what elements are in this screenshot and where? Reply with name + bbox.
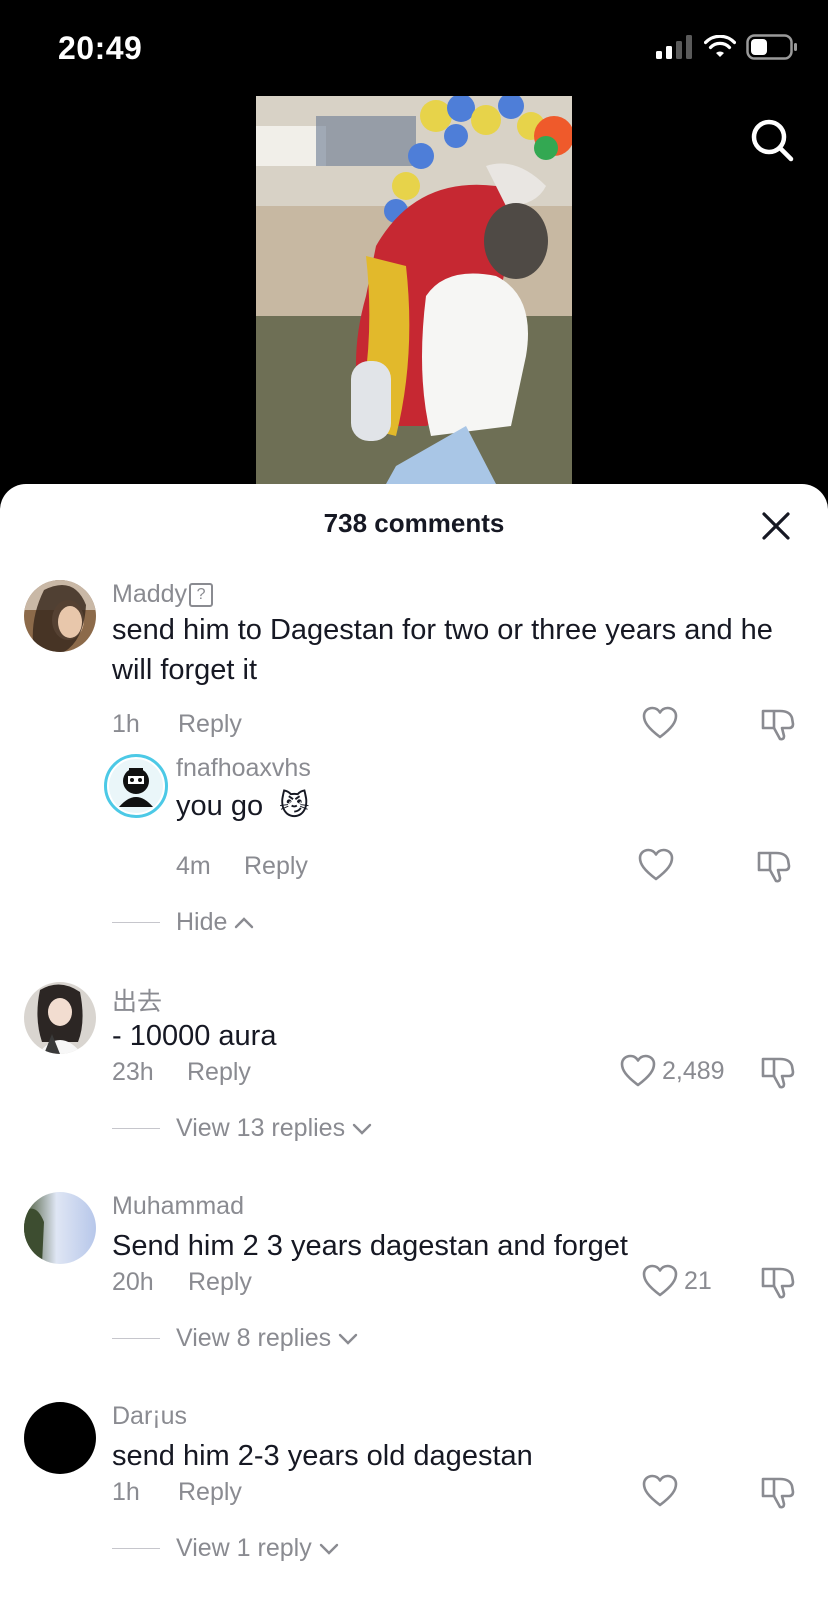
search-icon [751, 119, 794, 162]
like-button[interactable]: 2,489 [620, 1054, 725, 1088]
comment-username[interactable]: Maddy? [112, 580, 214, 609]
comments-header: 738 comments [0, 484, 828, 562]
dislike-button[interactable] [756, 848, 792, 889]
avatar-image [109, 759, 163, 813]
chevron-down-icon [352, 1123, 372, 1135]
video-player[interactable] [0, 96, 828, 496]
cat-emoji: 😼 [279, 790, 310, 822]
avatar-image [24, 982, 96, 1054]
close-icon [762, 512, 790, 540]
reply-text: you go 😼 [176, 786, 776, 826]
comment-text: send him to Dagestan for two or three ye… [112, 614, 773, 686]
thumbs-down-icon [761, 1477, 795, 1509]
reply-text-content: you go [176, 790, 264, 822]
thread-divider [112, 1337, 160, 1340]
like-button[interactable]: 21 [642, 1264, 712, 1298]
thread-toggle-label: Hide [176, 908, 228, 936]
comment-username[interactable]: 出去 [112, 982, 162, 1018]
chevron-up-icon [235, 916, 254, 928]
avatar-image [24, 1192, 96, 1264]
view-replies-button[interactable]: View 1 reply [112, 1534, 340, 1563]
avatar-image [24, 580, 96, 652]
thread-divider [112, 921, 160, 924]
thread-divider [112, 1547, 160, 1550]
thread-toggle-label: View 1 reply [176, 1534, 312, 1562]
heart-icon [620, 1054, 656, 1087]
reply-button[interactable]: Reply [188, 1268, 252, 1297]
reply-button[interactable]: Reply [178, 710, 242, 739]
heart-icon [638, 848, 674, 881]
avatar[interactable] [104, 754, 168, 818]
username-text: Maddy [112, 580, 188, 608]
thumbs-down-icon [757, 851, 791, 883]
like-count: 21 [684, 1266, 712, 1295]
avatar[interactable] [24, 1402, 96, 1474]
reply-button[interactable]: Reply [178, 1478, 242, 1507]
comment-time: 23h [112, 1058, 154, 1086]
cellular-signal-icon [656, 35, 692, 59]
like-button[interactable] [642, 706, 684, 740]
comment-time: 1h [112, 1478, 140, 1506]
dislike-button[interactable] [760, 706, 796, 747]
heart-icon [642, 1474, 678, 1507]
heart-icon [642, 1264, 678, 1297]
comment-time: 20h [112, 1268, 154, 1296]
reply-button[interactable]: Reply [187, 1058, 251, 1087]
status-bar: 20:49 [0, 0, 828, 96]
like-button[interactable] [638, 848, 680, 882]
heart-icon [642, 706, 678, 739]
video-scene [256, 96, 572, 484]
status-time: 20:49 [58, 30, 143, 66]
comment-text: - 10000 aura [112, 1020, 277, 1052]
comment-time: 1h [112, 710, 140, 738]
thread-toggle-label: View 8 replies [176, 1324, 332, 1352]
chevron-down-icon [338, 1333, 358, 1345]
thumbs-down-icon [761, 1267, 795, 1299]
like-button[interactable] [642, 1474, 684, 1508]
chevron-down-icon [319, 1543, 338, 1555]
comments-sheet: 738 comments Maddy? send him to Dagestan… [0, 484, 828, 1616]
comment-text: Send him 2 3 years dagestan and forget [112, 1230, 628, 1262]
unknown-badge-icon: ? [189, 583, 214, 608]
search-button[interactable] [748, 116, 796, 164]
avatar[interactable] [24, 982, 96, 1054]
reply-time: 4m [176, 852, 211, 880]
comment-text: send him 2-3 years old dagestan [112, 1440, 533, 1472]
reply-username[interactable]: fnafhoaxvhs [176, 754, 311, 783]
view-replies-button[interactable]: View 13 replies [112, 1114, 373, 1143]
status-icons [656, 34, 798, 60]
thumbs-down-icon [761, 709, 795, 741]
thread-divider [112, 1127, 160, 1130]
avatar[interactable] [24, 1192, 96, 1264]
comment-username[interactable]: Dar¡us [112, 1402, 187, 1431]
reply-button[interactable]: Reply [244, 852, 308, 881]
dislike-button[interactable] [760, 1474, 796, 1515]
thread-toggle-label: View 13 replies [176, 1114, 346, 1142]
thumbs-down-icon [761, 1057, 795, 1089]
comment-username[interactable]: Muhammad [112, 1192, 244, 1221]
battery-icon [746, 34, 797, 60]
view-replies-button[interactable]: View 8 replies [112, 1324, 359, 1353]
close-button[interactable] [756, 506, 796, 546]
hide-replies-button[interactable]: Hide [112, 908, 255, 937]
avatar[interactable] [24, 580, 96, 652]
video-thumbnail[interactable] [256, 96, 572, 484]
like-count: 2,489 [662, 1056, 725, 1085]
comments-count-title: 738 comments [323, 508, 505, 538]
dislike-button[interactable] [760, 1054, 796, 1095]
dislike-button[interactable] [760, 1264, 796, 1305]
wifi-icon [704, 35, 736, 57]
